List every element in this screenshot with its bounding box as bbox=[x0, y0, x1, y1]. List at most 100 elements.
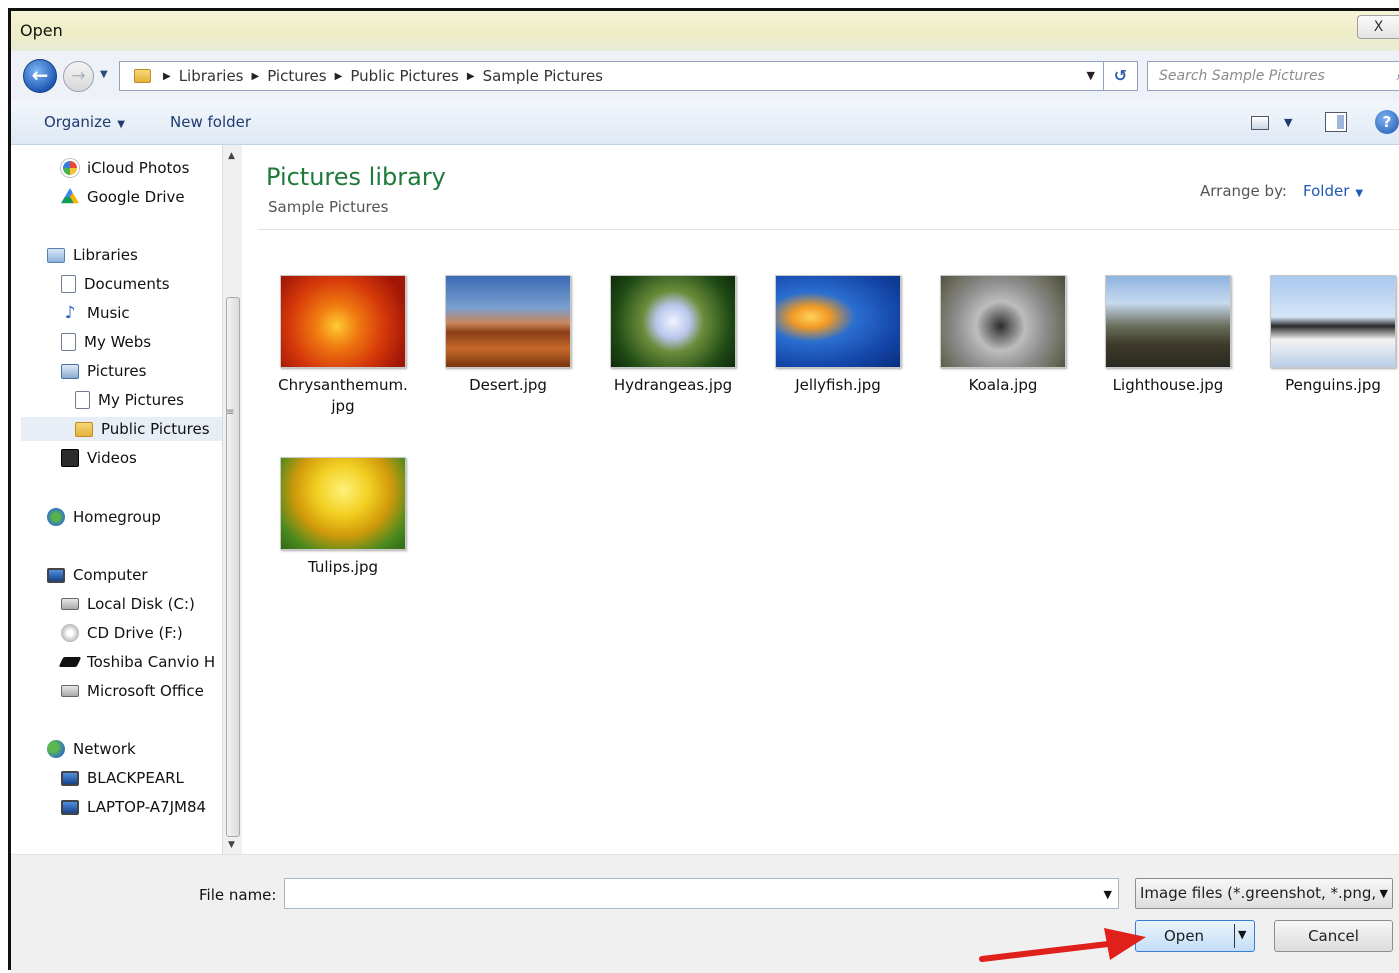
desert-thumbnail bbox=[445, 275, 571, 368]
nav-item-music[interactable]: ♪ Music bbox=[61, 301, 130, 325]
scroll-down-icon[interactable]: ▼ bbox=[228, 840, 235, 850]
chevron-right-icon[interactable]: ▶ bbox=[335, 71, 343, 82]
file-type-value: Image files (*.greenshot, *.png, bbox=[1140, 884, 1377, 902]
file-name-label: Lighthouse.jpg bbox=[1112, 376, 1224, 394]
command-bar: Organize ▼ New folder ▼ ? bbox=[11, 101, 1399, 145]
change-view-icon[interactable] bbox=[1251, 116, 1269, 130]
open-button-label: Open bbox=[1164, 927, 1205, 945]
file-item-hydrangeas[interactable]: Hydrangeas.jpg bbox=[598, 275, 748, 396]
nav-item-label: Music bbox=[87, 304, 130, 322]
nav-item-blackpearl[interactable]: BLACKPEARL bbox=[61, 766, 184, 790]
breadcrumb-pictures[interactable]: Pictures bbox=[267, 67, 326, 85]
recent-locations-dropdown[interactable]: ▼ bbox=[100, 69, 108, 80]
file-type-dropdown-icon[interactable]: ▼ bbox=[1375, 879, 1388, 908]
koala-thumbnail bbox=[940, 275, 1066, 368]
jellyfish-thumbnail bbox=[775, 275, 901, 368]
back-button[interactable]: ← bbox=[23, 59, 57, 93]
nav-item-videos[interactable]: Videos bbox=[61, 446, 137, 470]
nav-item-my-pictures[interactable]: My Pictures bbox=[75, 388, 184, 412]
cd-drive-icon bbox=[61, 624, 79, 642]
refresh-button[interactable]: ↺ bbox=[1104, 61, 1138, 91]
nav-item-label: Toshiba Canvio H bbox=[87, 653, 216, 671]
nav-item-documents[interactable]: Documents bbox=[61, 272, 170, 296]
navigation-bar: ← → ▼ ▶ Libraries ▶ Pictures ▶ Public Pi… bbox=[11, 51, 1399, 101]
file-name-label: Desert.jpg bbox=[469, 376, 547, 394]
chevron-right-icon[interactable]: ▶ bbox=[467, 71, 475, 82]
scroll-grip-icon: ≡ bbox=[226, 407, 235, 418]
nav-item-label: Libraries bbox=[73, 246, 138, 264]
breadcrumb-sample-pictures[interactable]: Sample Pictures bbox=[483, 67, 603, 85]
external-drive-icon bbox=[58, 657, 82, 667]
file-name-combobox[interactable]: ▼ bbox=[284, 878, 1119, 909]
chrysanthemum-thumbnail bbox=[280, 275, 406, 368]
scroll-up-icon[interactable]: ▲ bbox=[228, 151, 235, 161]
library-subtitle: Sample Pictures bbox=[268, 198, 389, 216]
help-icon[interactable]: ? bbox=[1375, 110, 1399, 134]
nav-item-computer[interactable]: Computer bbox=[47, 563, 148, 587]
forward-button[interactable]: → bbox=[63, 61, 94, 92]
network-icon bbox=[47, 740, 65, 758]
file-item-tulips[interactable]: Tulips.jpg bbox=[268, 457, 418, 578]
nav-item-toshiba-canvio[interactable]: Toshiba Canvio H bbox=[58, 650, 216, 674]
nav-item-homegroup[interactable]: Homegroup bbox=[47, 505, 161, 529]
file-name-label: Koala.jpg bbox=[968, 376, 1038, 394]
file-name-label: Tulips.jpg bbox=[307, 558, 379, 576]
nav-item-label: Google Drive bbox=[87, 188, 185, 206]
file-type-select[interactable]: Image files (*.greenshot, *.png, ▼ bbox=[1135, 878, 1393, 909]
computer-icon bbox=[61, 770, 79, 786]
file-item-penguins[interactable]: Penguins.jpg bbox=[1258, 275, 1399, 396]
drive-icon bbox=[61, 685, 79, 697]
annotation-arrow-icon bbox=[979, 928, 1146, 962]
file-item-lighthouse[interactable]: Lighthouse.jpg bbox=[1093, 275, 1243, 396]
file-name-label: Chrysanthemum. jpg bbox=[278, 376, 408, 415]
more-options-dropdown-icon[interactable]: ▼ bbox=[1284, 116, 1292, 129]
tulips-thumbnail bbox=[280, 457, 406, 550]
nav-item-my-webs[interactable]: My Webs bbox=[61, 330, 151, 354]
file-item-koala[interactable]: Koala.jpg bbox=[928, 275, 1078, 396]
chevron-right-icon[interactable]: ▶ bbox=[163, 71, 171, 82]
new-folder-button[interactable]: New folder bbox=[170, 113, 251, 131]
nav-item-public-pictures[interactable]: Public Pictures bbox=[21, 417, 222, 441]
address-dropdown-icon[interactable]: ▼ bbox=[1087, 69, 1095, 82]
address-bar[interactable]: ▶ Libraries ▶ Pictures ▶ Public Pictures… bbox=[119, 61, 1104, 91]
breadcrumb-public-pictures[interactable]: Public Pictures bbox=[350, 67, 459, 85]
organize-label: Organize bbox=[44, 113, 112, 131]
file-name-dropdown-icon[interactable]: ▼ bbox=[1104, 888, 1112, 901]
nav-item-laptop[interactable]: LAPTOP-A7JM84 bbox=[61, 795, 206, 819]
file-item-chrysanthemum[interactable]: Chrysanthemum. jpg bbox=[268, 275, 418, 417]
navigation-scrollbar[interactable]: ▲ ≡ ▼ bbox=[222, 145, 242, 854]
nav-item-network[interactable]: Network bbox=[47, 737, 136, 761]
nav-item-label: Homegroup bbox=[73, 508, 161, 526]
preview-pane-icon[interactable] bbox=[1325, 112, 1347, 132]
search-box[interactable]: ⌕ bbox=[1147, 61, 1399, 91]
nav-item-libraries[interactable]: Libraries bbox=[47, 243, 138, 267]
cancel-button[interactable]: Cancel bbox=[1274, 920, 1393, 952]
nav-item-cd-drive[interactable]: CD Drive (F:) bbox=[61, 621, 183, 645]
nav-item-microsoft-office[interactable]: Microsoft Office bbox=[61, 679, 204, 703]
open-options-dropdown-icon[interactable]: ▼ bbox=[1238, 928, 1246, 941]
computer-icon bbox=[47, 567, 65, 583]
file-name-input[interactable] bbox=[285, 879, 1075, 908]
document-icon bbox=[75, 391, 90, 409]
file-item-jellyfish[interactable]: Jellyfish.jpg bbox=[763, 275, 913, 396]
arrange-by-dropdown[interactable]: Folder ▼ bbox=[1303, 182, 1363, 200]
homegroup-icon bbox=[47, 508, 65, 526]
folder-icon bbox=[134, 69, 151, 83]
caret-down-icon: ▼ bbox=[117, 119, 125, 130]
breadcrumb-libraries[interactable]: Libraries bbox=[179, 67, 244, 85]
scroll-thumb[interactable] bbox=[226, 297, 240, 837]
icloud-photos-icon bbox=[61, 159, 79, 177]
nav-item-local-disk[interactable]: Local Disk (C:) bbox=[61, 592, 195, 616]
nav-item-label: Microsoft Office bbox=[87, 682, 204, 700]
chevron-right-icon[interactable]: ▶ bbox=[252, 71, 260, 82]
title-bar: Open X bbox=[11, 11, 1399, 51]
nav-item-google-drive[interactable]: Google Drive bbox=[61, 185, 185, 209]
nav-item-pictures[interactable]: Pictures bbox=[61, 359, 146, 383]
nav-item-label: Network bbox=[73, 740, 136, 758]
search-input[interactable] bbox=[1148, 62, 1383, 90]
organize-button[interactable]: Organize ▼ bbox=[44, 113, 125, 131]
close-button[interactable]: X bbox=[1357, 15, 1399, 39]
file-item-desert[interactable]: Desert.jpg bbox=[433, 275, 583, 396]
nav-item-icloud-photos[interactable]: iCloud Photos bbox=[61, 156, 189, 180]
nav-item-label: CD Drive (F:) bbox=[87, 624, 183, 642]
